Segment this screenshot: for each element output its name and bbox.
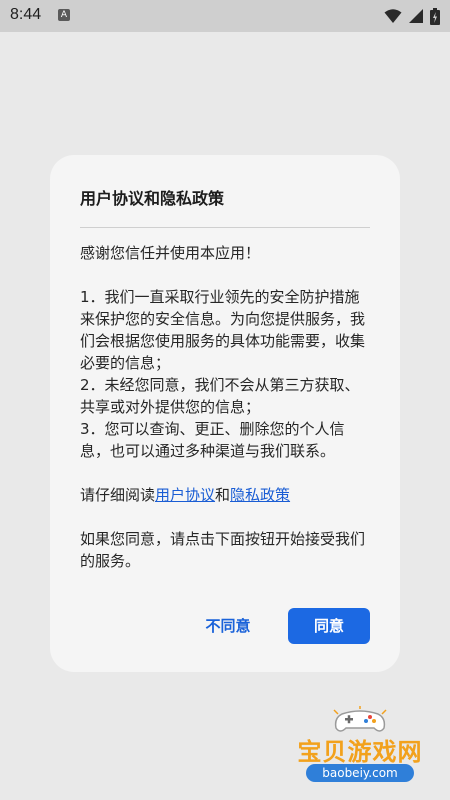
terms-item-3: 3．您可以查询、更正、删除您的个人信息，也可以通过多种渠道与我们联系。: [80, 420, 345, 460]
dialog-title: 用户协议和隐私政策: [80, 189, 225, 208]
status-icons: [384, 7, 440, 25]
watermark-brand: 宝贝游戏网: [297, 738, 423, 766]
wifi-icon: [384, 9, 402, 23]
notification-icon: A: [58, 9, 70, 21]
greeting-text: 感谢您信任并使用本应用！: [80, 244, 261, 262]
battery-icon: [430, 7, 440, 25]
privacy-dialog: 用户协议和隐私政策 感谢您信任并使用本应用！ 1．我们一直采取行业领先的安全防护…: [50, 155, 400, 672]
title-divider: [80, 227, 370, 228]
agree-button[interactable]: 同意: [288, 608, 370, 644]
read-prefix: 请仔细阅读: [80, 486, 156, 504]
terms-list: 1．我们一直采取行业领先的安全防护措施来保护您的安全信息。为向您提供服务，我们会…: [80, 286, 370, 462]
terms-item-1: 1．我们一直采取行业领先的安全防护措施来保护您的安全信息。为向您提供服务，我们会…: [80, 288, 366, 372]
dialog-actions: 不同意 同意: [50, 608, 400, 644]
watermark: 宝贝游戏网 baobeiy.com: [280, 706, 440, 792]
disagree-button[interactable]: 不同意: [198, 608, 258, 644]
signal-icon: [409, 9, 423, 23]
user-agreement-link[interactable]: 用户协议: [155, 486, 215, 504]
dialog-body: 感谢您信任并使用本应用！ 1．我们一直采取行业领先的安全防护措施来保护您的安全信…: [80, 242, 370, 572]
status-bar: 8:44 A: [0, 0, 450, 32]
consent-text: 如果您同意，请点击下面按钮开始接受我们的服务。: [80, 530, 366, 570]
read-notice: 请仔细阅读用户协议和隐私政策: [80, 484, 370, 506]
read-conjunction: 和: [215, 486, 231, 504]
watermark-url: baobeiy.com: [306, 764, 414, 782]
terms-item-2: 2．未经您同意，我们不会从第三方获取、共享或对外提供您的信息；: [80, 376, 360, 416]
privacy-policy-link[interactable]: 隐私政策: [230, 486, 290, 504]
status-time: 8:44: [10, 6, 42, 23]
